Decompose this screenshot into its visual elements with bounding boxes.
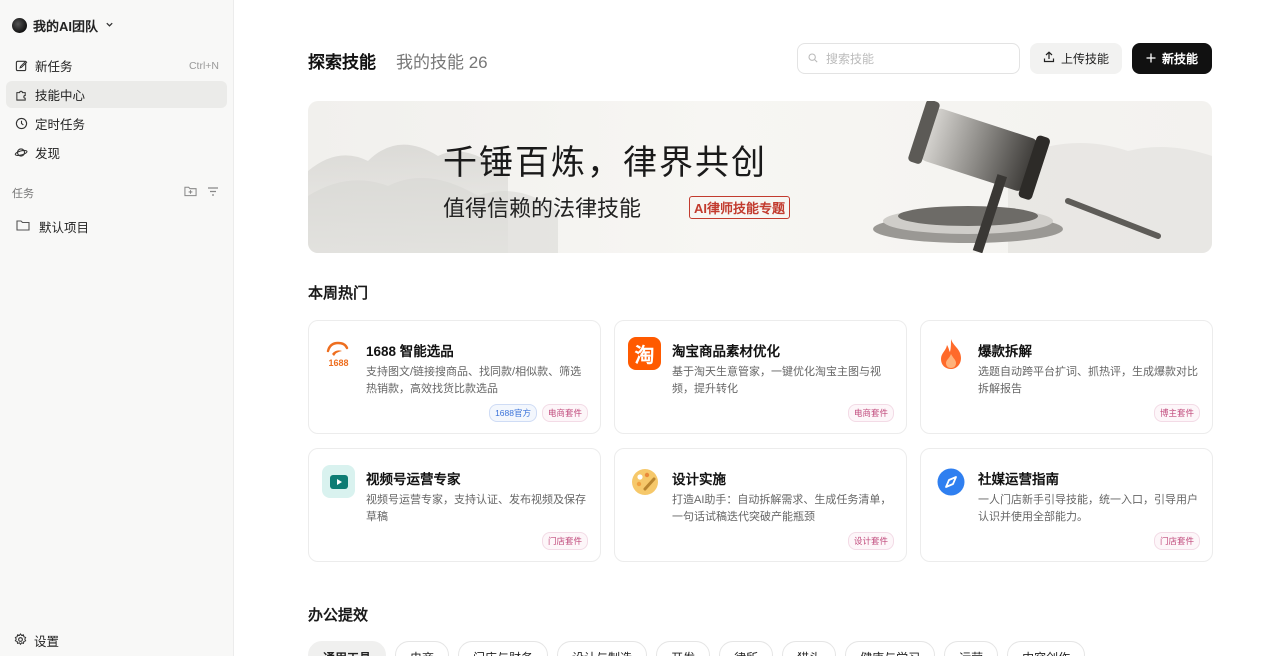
tag-chip: 设计套件 <box>847 532 894 550</box>
video-play-icon <box>322 465 355 498</box>
logo-1688-text: 1688 <box>328 358 348 368</box>
category-chip-operations[interactable]: 运营 <box>944 641 999 656</box>
skill-desc: 一人门店新手引导技能，统一入口，引导用户认识并使用全部能力。 <box>978 494 1198 523</box>
new-folder-icon[interactable] <box>184 184 197 202</box>
hot-section-heading: 本周热门 <box>308 285 369 302</box>
project-item-default[interactable]: 默认项目 <box>16 217 89 236</box>
logo-1688-icon: 1688 <box>322 337 355 370</box>
upload-skill-label: 上传技能 <box>1060 52 1109 66</box>
category-chip-law-firm[interactable]: 律所 <box>719 641 774 656</box>
category-chip-development[interactable]: 开发 <box>656 641 711 656</box>
compass-icon <box>934 465 967 498</box>
folder-icon <box>16 219 30 234</box>
upload-icon <box>1043 51 1055 66</box>
skill-name: 视频号运营专家 <box>366 472 461 487</box>
category-chip-headhunter[interactable]: 猎头 <box>782 641 837 656</box>
skill-card-1688[interactable]: 1688 1688 智能选品 支持图文/链接搜商品、找同款/相似款、筛选热销款，… <box>308 320 601 434</box>
skill-desc: 视频号运营专家，支持认证、发布视频及保存草稿 <box>366 494 586 523</box>
skill-desc: 基于淘天生意管家，一键优化淘宝主图与视频，提升转化 <box>672 366 881 395</box>
banner-subtitle: 值得信赖的法律技能 <box>443 197 642 222</box>
puzzle-icon <box>14 88 28 102</box>
skill-name: 1688 智能选品 <box>366 344 454 359</box>
sidebar-item-label: 发现 <box>35 147 61 161</box>
category-chip-ecommerce[interactable]: 电商 <box>395 641 450 656</box>
flame-icon <box>934 337 967 370</box>
team-avatar <box>12 18 27 33</box>
category-chip-health-learning[interactable]: 健康与学习 <box>845 641 936 656</box>
sidebar-nav: 新任务 Ctrl+N 技能中心 定时任务 发现 <box>6 52 227 168</box>
settings-button[interactable]: 设置 <box>14 631 59 650</box>
tag-chip: 博主套件 <box>1153 404 1200 422</box>
skill-name: 爆款拆解 <box>978 344 1032 359</box>
upload-skill-button[interactable]: 上传技能 <box>1030 43 1122 74</box>
tag-chip: 电商套件 <box>847 404 894 422</box>
category-chip-store-finance[interactable]: 门店与财务 <box>458 641 549 656</box>
palette-icon <box>628 465 661 498</box>
sidebar-item-label: 技能中心 <box>35 89 86 103</box>
skill-name: 淘宝商品素材优化 <box>672 344 780 359</box>
skill-name: 设计实施 <box>672 472 726 487</box>
skill-desc: 选题自动跨平台扩词、抓热评，生成爆款对比拆解报告 <box>978 366 1198 395</box>
chevron-down-icon <box>105 20 114 32</box>
banner-topic-tag: AI律师技能专题 <box>689 196 791 219</box>
skill-card-taobao[interactable]: 淘 淘宝商品素材优化 基于淘天生意管家，一键优化淘宝主图与视频，提升转化 电商套… <box>614 320 907 434</box>
skill-name: 社媒运营指南 <box>978 472 1059 487</box>
new-skill-label: 新技能 <box>1161 52 1198 66</box>
skill-card-viral-breakdown[interactable]: 爆款拆解 选题自动跨平台扩词、抓热评，生成爆款对比拆解报告 博主套件 <box>920 320 1213 434</box>
main-content: 探索技能 我的技能 26 上传技能 新技能 <box>234 0 1280 656</box>
search-icon <box>808 50 818 68</box>
new-skill-button[interactable]: 新技能 <box>1132 43 1212 74</box>
filter-icon[interactable] <box>207 184 219 202</box>
edit-icon <box>14 59 28 73</box>
skill-tags: 电商套件 <box>847 404 894 422</box>
team-name: 我的AI团队 <box>33 19 99 34</box>
tag-chip: 1688官方 <box>489 404 537 422</box>
category-chip-design-manufacturing[interactable]: 设计与制造 <box>557 641 648 656</box>
sidebar-item-label: 定时任务 <box>35 118 86 132</box>
tasks-section-actions <box>184 184 219 202</box>
sidebar: 我的AI团队 新任务 Ctrl+N 技能中心 定时任务 发现 任务 默认项目 设… <box>0 0 234 656</box>
skill-tags: 门店套件 <box>541 532 588 550</box>
settings-label: 设置 <box>34 635 60 649</box>
skill-card-social-guide[interactable]: 社媒运营指南 一人门店新手引导技能，统一入口，引导用户认识并使用全部能力。 门店… <box>920 448 1213 562</box>
tab-my-skills[interactable]: 我的技能 26 <box>396 48 488 73</box>
team-switcher[interactable]: 我的AI团队 <box>12 16 114 35</box>
sidebar-item-new-task[interactable]: 新任务 Ctrl+N <box>6 52 227 79</box>
search-box[interactable] <box>797 43 1020 74</box>
skill-tags: 1688官方 电商套件 <box>489 404 588 422</box>
sidebar-item-label: 新任务 <box>35 60 73 74</box>
gear-icon <box>14 632 27 649</box>
sidebar-item-skills[interactable]: 技能中心 <box>6 81 227 108</box>
skill-card-video-channel[interactable]: 视频号运营专家 视频号运营专家，支持认证、发布视频及保存草稿 门店套件 <box>308 448 601 562</box>
clock-icon <box>14 117 28 131</box>
planet-icon <box>14 146 28 160</box>
skill-tags: 博主套件 <box>1153 404 1200 422</box>
shortcut-hint: Ctrl+N <box>188 59 219 72</box>
tag-chip: 门店套件 <box>1153 532 1200 550</box>
skill-tabs: 探索技能 我的技能 26 <box>308 48 488 73</box>
taobao-logo-text: 淘 <box>634 343 655 367</box>
skill-tags: 设计套件 <box>847 532 894 550</box>
sidebar-item-scheduled[interactable]: 定时任务 <box>6 110 227 137</box>
tasks-section-label: 任务 <box>12 188 34 200</box>
promo-banner[interactable]: 千锤百炼，律界共创 值得信赖的法律技能 AI律师技能专题 <box>308 101 1212 253</box>
search-input[interactable] <box>826 51 1006 66</box>
skill-desc: 打造AI助手：自动拆解需求、生成任务清单，一句话试稿迭代突破产能瓶颈 <box>672 494 892 523</box>
office-section-heading: 办公提效 <box>308 607 369 624</box>
category-chips: 通用工具 电商 门店与财务 设计与制造 开发 律所 猎头 健康与学习 运营 内容… <box>308 641 1086 656</box>
category-chip-general-tools[interactable]: 通用工具 <box>308 641 387 656</box>
skill-tags: 门店套件 <box>1153 532 1200 550</box>
project-label: 默认项目 <box>39 221 90 235</box>
sidebar-item-discover[interactable]: 发现 <box>6 139 227 166</box>
tag-chip: 门店套件 <box>541 532 588 550</box>
taobao-logo-icon: 淘 <box>628 337 661 370</box>
tag-chip: 电商套件 <box>541 404 588 422</box>
category-chip-content[interactable]: 内容创作 <box>1007 641 1086 656</box>
plus-icon <box>1146 52 1156 66</box>
skill-desc: 支持图文/链接搜商品、找同款/相似款、筛选热销款，高效找货比款选品 <box>366 366 582 395</box>
banner-title: 千锤百炼，律界共创 <box>443 143 767 183</box>
tab-explore-skills[interactable]: 探索技能 <box>308 48 376 73</box>
skill-card-design[interactable]: 设计实施 打造AI助手：自动拆解需求、生成任务清单，一句话试稿迭代突破产能瓶颈 … <box>614 448 907 562</box>
